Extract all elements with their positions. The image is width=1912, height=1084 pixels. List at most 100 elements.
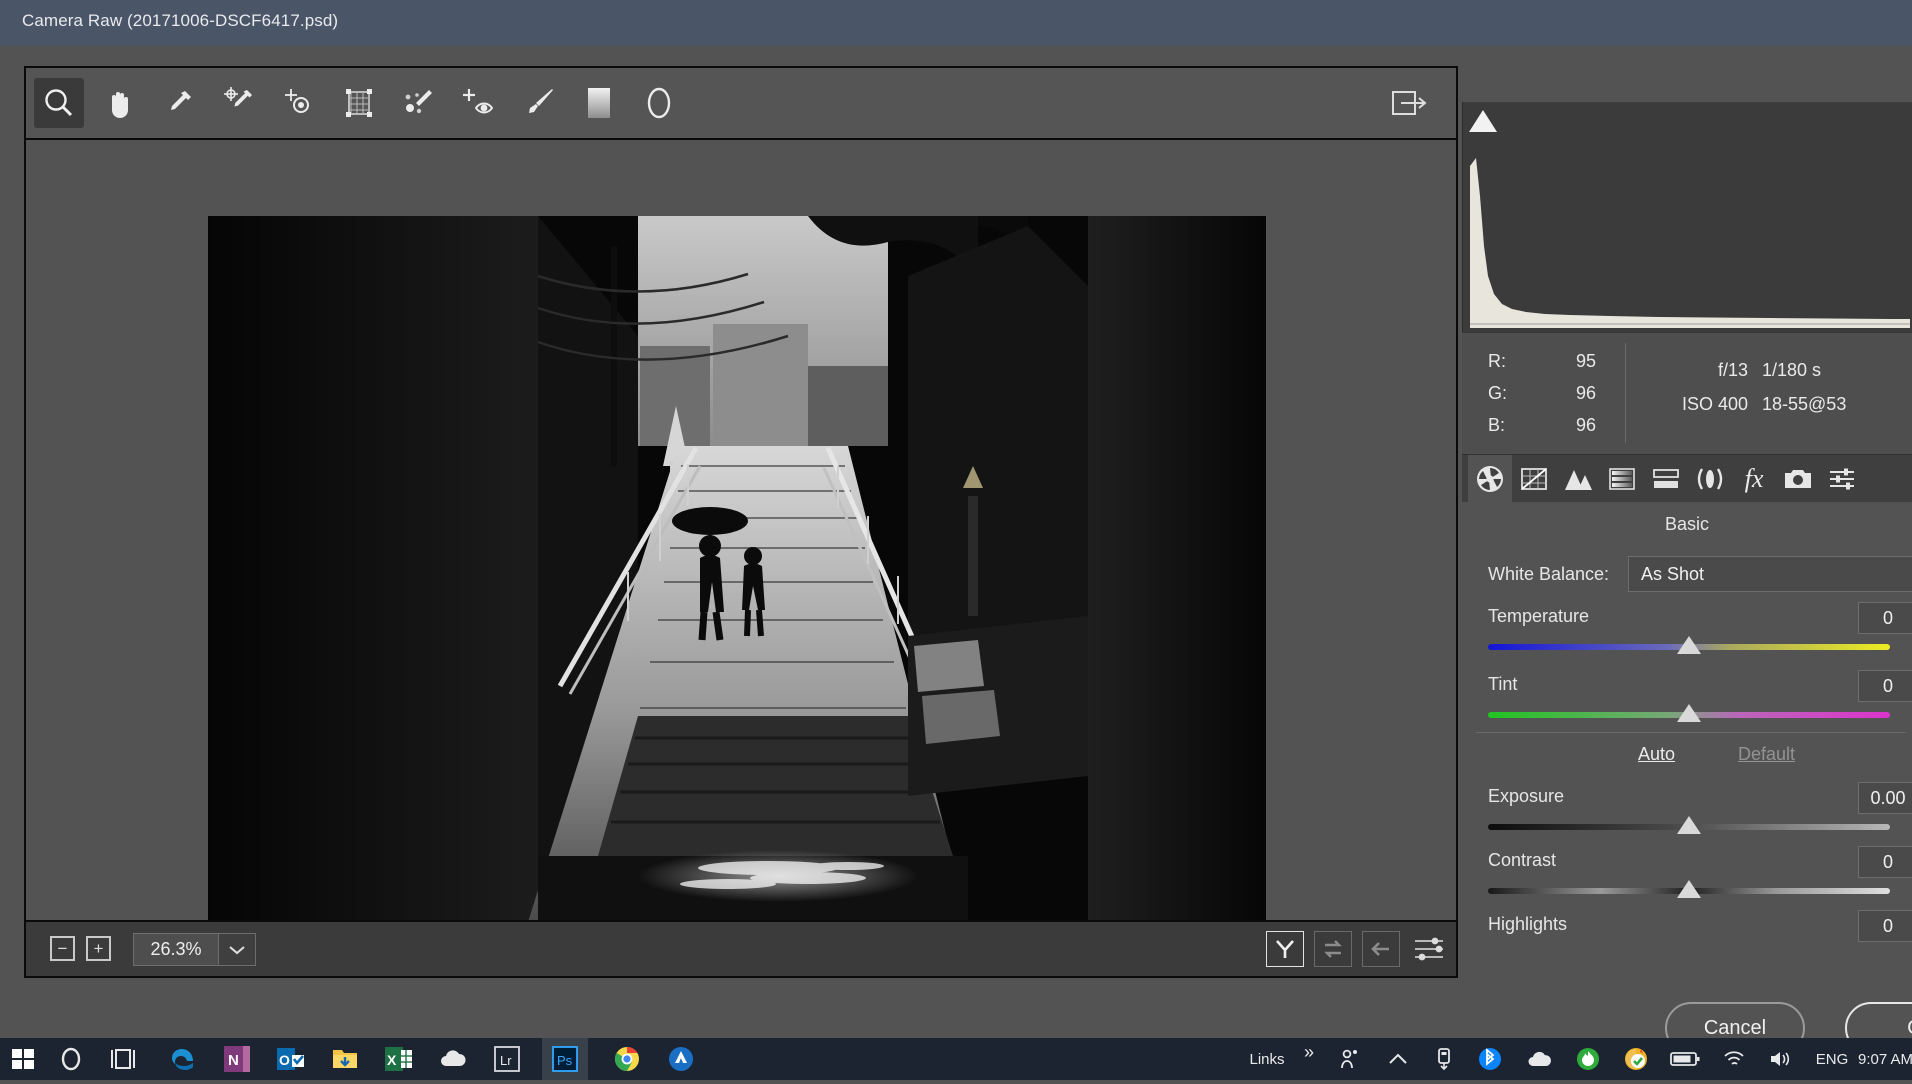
tray-people-icon[interactable]: [1330, 1038, 1370, 1080]
default-link[interactable]: Default: [1738, 744, 1795, 765]
task-view-button[interactable]: [100, 1043, 146, 1075]
adjustment-brush-tool[interactable]: [514, 78, 564, 128]
tray-volume-icon[interactable]: [1760, 1038, 1800, 1080]
graduated-filter-tool[interactable]: [574, 78, 624, 128]
copy-current-settings-button[interactable]: [1362, 931, 1400, 967]
taskbar-edge[interactable]: [160, 1043, 206, 1075]
slider-value-tint[interactable]: 0: [1858, 670, 1912, 702]
zoom-out-button[interactable]: −: [50, 936, 75, 961]
slider-label-temperature: Temperature: [1488, 606, 1589, 627]
svg-text:Ps: Ps: [557, 1053, 573, 1068]
slider-value-exposure[interactable]: 0.00: [1858, 782, 1912, 814]
slider-temperature[interactable]: Temperature 0: [1488, 606, 1912, 668]
targeted-adjustment-tool[interactable]: [274, 78, 324, 128]
toggle-fullscreen-button[interactable]: [1384, 78, 1434, 128]
exif-readout: f/13 1/180 s ISO 400 18-55@53: [1642, 353, 1912, 421]
image-canvas-area[interactable]: [26, 140, 1456, 910]
lens-value: 18-55@53: [1762, 394, 1912, 415]
tab-hsl-grayscale[interactable]: [1600, 455, 1644, 503]
transform-tool[interactable]: [334, 78, 384, 128]
taskbar-onedrive[interactable]: [430, 1043, 476, 1075]
links-label[interactable]: Links: [1232, 1038, 1302, 1080]
slider-value-highlights[interactable]: 0: [1858, 910, 1912, 942]
panel-title: Basic: [1462, 502, 1912, 546]
white-balance-select[interactable]: As Shot: [1628, 556, 1912, 592]
rgb-row-g: G: 96: [1488, 377, 1598, 409]
tray-flame-icon[interactable]: [1568, 1038, 1608, 1080]
auto-default-row: Auto Default: [1488, 744, 1912, 778]
slider-knob-contrast[interactable]: [1677, 880, 1701, 898]
tray-language-indicator[interactable]: ENG: [1802, 1038, 1862, 1080]
white-balance-row: White Balance: As Shot: [1488, 556, 1908, 596]
white-balance-eyedropper-tool[interactable]: [154, 78, 204, 128]
slider-knob-temperature[interactable]: [1677, 636, 1701, 654]
image-info-strip: R: 95 G: 96 B: 96 f/13: [1462, 332, 1912, 454]
dialog-body: − + 26.3%: [0, 46, 1912, 1038]
swap-before-after-button[interactable]: [1314, 931, 1352, 967]
histogram-plot: [1470, 136, 1910, 328]
taskbar-outlook[interactable]: O: [268, 1043, 314, 1075]
start-button[interactable]: [0, 1043, 46, 1075]
tray-onedrive-icon[interactable]: [1518, 1038, 1562, 1080]
color-sampler-tool[interactable]: [214, 78, 264, 128]
zoom-level-field[interactable]: 26.3%: [133, 933, 256, 966]
zoom-tool[interactable]: [34, 78, 84, 128]
rgb-value-g: 96: [1536, 383, 1596, 404]
tab-camera-calibration[interactable]: [1776, 455, 1820, 503]
links-overflow-icon[interactable]: »: [1296, 1038, 1322, 1080]
cortana-button[interactable]: [48, 1043, 94, 1075]
tray-wifi-icon[interactable]: [1714, 1038, 1754, 1080]
slider-contrast[interactable]: Contrast 0: [1488, 850, 1912, 912]
exif-row-1: f/13 1/180 s: [1642, 353, 1912, 387]
histogram-panel: [1462, 102, 1912, 332]
slider-highlights[interactable]: Highlights 0: [1488, 914, 1912, 976]
auto-link[interactable]: Auto: [1638, 744, 1675, 765]
slider-value-contrast[interactable]: 0: [1858, 846, 1912, 878]
tray-show-hidden-icon[interactable]: [1378, 1038, 1418, 1080]
right-panel: R: 95 G: 96 B: 96 f/13: [1462, 102, 1912, 978]
taskbar-file-explorer[interactable]: [322, 1043, 368, 1075]
taskbar-lightroom[interactable]: Lr: [484, 1043, 530, 1075]
tab-detail[interactable]: [1556, 455, 1600, 503]
tab-lens-corrections[interactable]: [1688, 455, 1732, 503]
red-eye-removal-tool[interactable]: [454, 78, 504, 128]
basic-panel-body: White Balance: As Shot Temperature 0 Tin…: [1462, 546, 1912, 1034]
taskbar-chrome[interactable]: [604, 1043, 650, 1075]
taskbar-excel[interactable]: X: [376, 1043, 422, 1075]
shadow-clipping-warning-icon[interactable]: [1469, 110, 1497, 132]
taskbar-acrobat[interactable]: [658, 1043, 704, 1075]
svg-text:Lr: Lr: [500, 1053, 512, 1068]
rgb-label-g: G:: [1488, 383, 1536, 404]
preview-toggle-button[interactable]: [1266, 931, 1304, 967]
chevron-down-icon[interactable]: [218, 934, 255, 965]
rgb-label-b: B:: [1488, 415, 1536, 436]
tab-tone-curve[interactable]: [1512, 455, 1556, 503]
slider-label-highlights: Highlights: [1488, 914, 1567, 935]
preview-preferences-button[interactable]: [1410, 931, 1448, 967]
slider-knob-tint[interactable]: [1677, 704, 1701, 722]
tray-usb-icon[interactable]: [1424, 1038, 1464, 1080]
slider-label-tint: Tint: [1488, 674, 1517, 695]
slider-exposure[interactable]: Exposure 0.00: [1488, 786, 1912, 848]
slider-tint[interactable]: Tint 0: [1488, 674, 1912, 736]
aperture-value: f/13: [1642, 360, 1762, 381]
zoom-in-button[interactable]: +: [86, 936, 111, 961]
taskbar-photoshop[interactable]: Ps: [542, 1038, 588, 1080]
tray-bluetooth-icon[interactable]: [1470, 1038, 1510, 1080]
fx-icon: fx: [1745, 464, 1764, 494]
slider-value-temperature[interactable]: 0: [1858, 602, 1912, 634]
zoom-level-value: 26.3%: [134, 939, 218, 960]
tray-antivirus-icon[interactable]: [1616, 1038, 1656, 1080]
exif-row-2: ISO 400 18-55@53: [1642, 387, 1912, 421]
slider-knob-exposure[interactable]: [1677, 816, 1701, 834]
iso-value: ISO 400: [1642, 394, 1762, 415]
tab-presets[interactable]: [1820, 455, 1864, 503]
radial-filter-tool[interactable]: [634, 78, 684, 128]
tab-split-toning[interactable]: [1644, 455, 1688, 503]
tab-basic[interactable]: [1468, 455, 1512, 503]
tab-effects[interactable]: fx: [1732, 455, 1776, 503]
hand-tool[interactable]: [94, 78, 144, 128]
taskbar-onenote[interactable]: N: [214, 1043, 260, 1075]
spot-removal-tool[interactable]: [394, 78, 444, 128]
tray-battery-icon[interactable]: [1662, 1038, 1708, 1080]
